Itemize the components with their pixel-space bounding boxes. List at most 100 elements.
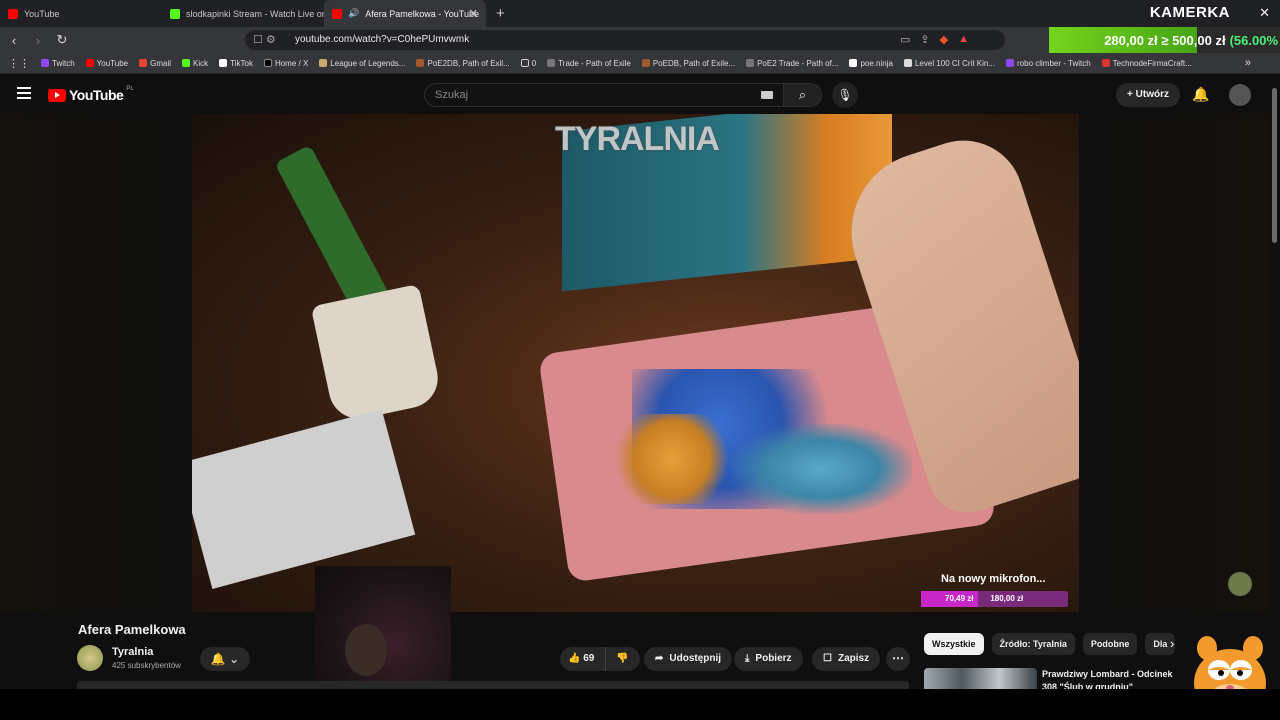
reload-icon[interactable]: ↻ [52, 32, 72, 48]
close-tab-icon[interactable]: ✕ [469, 7, 478, 20]
save-button[interactable]: ☐ Zapisz [812, 647, 881, 671]
goal-sep: ≥ [1161, 32, 1169, 48]
window-close-button[interactable]: ✕ [1259, 5, 1270, 21]
bookmark-folder[interactable]: 0 [520, 59, 536, 68]
chevron-right-icon[interactable]: › [1170, 636, 1174, 651]
subscription-bell-button[interactable]: 🔔 ⌄ [200, 647, 250, 671]
bookmark-level100[interactable]: Level 100 CI Crit Kin... [903, 59, 995, 68]
share-icon: ➦ [655, 653, 664, 664]
poe-icon [547, 59, 556, 67]
kick-icon [170, 8, 180, 19]
bookmark-robo-climber[interactable]: robo climber - Twitch [1006, 59, 1091, 68]
create-button[interactable]: + Utwórz [1116, 83, 1180, 107]
taskbar-area [0, 689, 1280, 720]
chevron-down-icon: ⌄ [229, 652, 240, 666]
chip-similar[interactable]: Podobne [1082, 633, 1138, 655]
search-icon: ⌕ [798, 87, 807, 102]
voice-search-button[interactable]: 🎙 [832, 82, 858, 108]
bookmark-league[interactable]: League of Legends... [319, 59, 405, 68]
tab-kick-stream[interactable]: slodkapinki Stream - Watch Live on K [162, 0, 324, 27]
new-tab-button[interactable]: + [496, 5, 505, 22]
bookmark-poe-ninja[interactable]: poe.ninja [849, 59, 893, 68]
recommended-title[interactable]: Prawdziwy Lombard - Odcinek 308 "Ślub w … [1042, 668, 1174, 690]
bookmark-x[interactable]: Home / X [263, 59, 308, 68]
url-field[interactable]: ☐ ⚙ youtube.com/watch?v=C0hePUmvwmk [245, 30, 1005, 50]
video-overlay-title: TYRALNIA [555, 120, 720, 158]
like-button[interactable]: 👍 69 [560, 647, 606, 671]
save-label: Zapisz [837, 653, 870, 664]
mic-goal-current: 70,49 zł [945, 594, 974, 603]
goal-percent: (56.00% [1229, 32, 1278, 48]
youtube-play-icon [48, 88, 66, 102]
tab-afera-pamelkowa[interactable]: 🔊 Afera Pamelkowa - YouTube ✕ [324, 0, 486, 27]
description-box[interactable] [77, 681, 909, 689]
bookmark-tiktok[interactable]: TikTok [219, 59, 253, 68]
video-player[interactable] [192, 114, 1079, 612]
download-label: Pobierz [755, 653, 792, 664]
rewards-icon[interactable]: ▲ [958, 33, 969, 46]
search-button[interactable]: ⌕ [784, 83, 822, 107]
donation-goal-bar: 280,00 zł ≥ 500,00 zł (56.00% [1049, 27, 1280, 53]
bookmarks-more-button[interactable]: » [1245, 57, 1251, 69]
channel-watermark[interactable] [1228, 572, 1252, 596]
tab-title: slodkapinki Stream - Watch Live on K [186, 8, 324, 19]
more-actions-button[interactable]: ⋯ [886, 647, 910, 671]
bookmark-kick[interactable]: Kick [182, 59, 208, 68]
bookmark-poe2db[interactable]: PoE2DB, Path of Exil... [416, 59, 510, 68]
search-input[interactable]: Szukaj [424, 83, 784, 107]
chip-all[interactable]: Wszystkie [924, 633, 984, 655]
webcam-face [345, 624, 387, 676]
mic-goal-bar: 70,49 zł 180,00 zł [921, 591, 1068, 607]
bookmark-poedb[interactable]: PoEDB, Path of Exile... [641, 59, 735, 68]
kamerka-label: KAMERKA [1149, 4, 1230, 21]
mic-goal-label: Na nowy mikrofon... [941, 573, 1046, 585]
tab-title: YouTube [24, 8, 60, 19]
bookmark-technode[interactable]: TechnodeFirmaCraft... [1101, 59, 1192, 68]
bookmarks-bar: ⋮⋮ Twitch YouTube Gmail Kick TikTok Home… [0, 53, 1280, 74]
bell-icon: 🔔 [210, 652, 226, 666]
video-paint-orange [612, 414, 732, 504]
subscriber-count: 425 subskrybentów [112, 661, 181, 670]
chip-source[interactable]: Źródło: Tyralnia [991, 633, 1075, 655]
bookmark-icon[interactable]: ☐ ⚙ [253, 30, 276, 50]
browser-tab-bar: YouTube slodkapinki Stream - Watch Live … [0, 0, 1280, 27]
channel-avatar[interactable] [77, 645, 103, 671]
page-icon [903, 59, 912, 67]
menu-icon[interactable] [17, 87, 31, 99]
twitch-icon [41, 59, 49, 67]
youtube-logo[interactable]: YouTube PL [48, 86, 134, 103]
account-avatar[interactable] [1229, 84, 1251, 106]
notifications-bell-icon[interactable]: 🔔 [1192, 86, 1209, 103]
video-brush-cup [310, 283, 444, 425]
recommended-thumbnail[interactable] [924, 668, 1037, 690]
keyboard-icon[interactable] [761, 91, 773, 99]
mic-icon: 🎙 [837, 88, 853, 102]
goal-target: 500,00 zł [1172, 32, 1226, 48]
bookmark-trade-poe[interactable]: Trade - Path of Exile [547, 59, 631, 68]
bookmark-gmail[interactable]: Gmail [139, 59, 171, 68]
share-icon[interactable]: ⇪ [920, 33, 929, 46]
cast-icon[interactable]: ▭ [900, 33, 910, 46]
download-button[interactable]: ⤓ Pobierz [734, 647, 803, 671]
tiktok-icon [219, 59, 228, 67]
page-icon [1101, 59, 1110, 67]
dislike-button[interactable]: 👎 [606, 647, 628, 671]
share-button[interactable]: ➦ Udostępnij [644, 647, 733, 671]
bookmark-twitch[interactable]: Twitch [41, 59, 75, 68]
bookmark-poe2-trade[interactable]: PoE2 Trade - Path of... [746, 59, 838, 68]
brave-shield-icon[interactable]: ◆ [940, 33, 948, 46]
back-icon[interactable]: ‹ [4, 33, 24, 48]
share-label: Udostępnij [669, 653, 722, 664]
tab-youtube[interactable]: YouTube [0, 0, 162, 27]
kick-icon [182, 59, 190, 67]
channel-name[interactable]: Tyralnia [112, 646, 153, 658]
apps-icon[interactable]: ⋮⋮ [8, 57, 30, 70]
thumbs-up-icon: 👍 [568, 653, 581, 664]
page-scrollbar[interactable] [1272, 88, 1277, 243]
tab-title: Afera Pamelkowa - YouTube [365, 8, 479, 19]
poedb-icon [641, 59, 650, 67]
forward-icon[interactable]: › [28, 33, 48, 48]
bookmark-youtube[interactable]: YouTube [85, 59, 128, 68]
like-dislike-group: 👍 69 👎 [560, 647, 640, 671]
save-icon: ☐ [823, 653, 832, 664]
